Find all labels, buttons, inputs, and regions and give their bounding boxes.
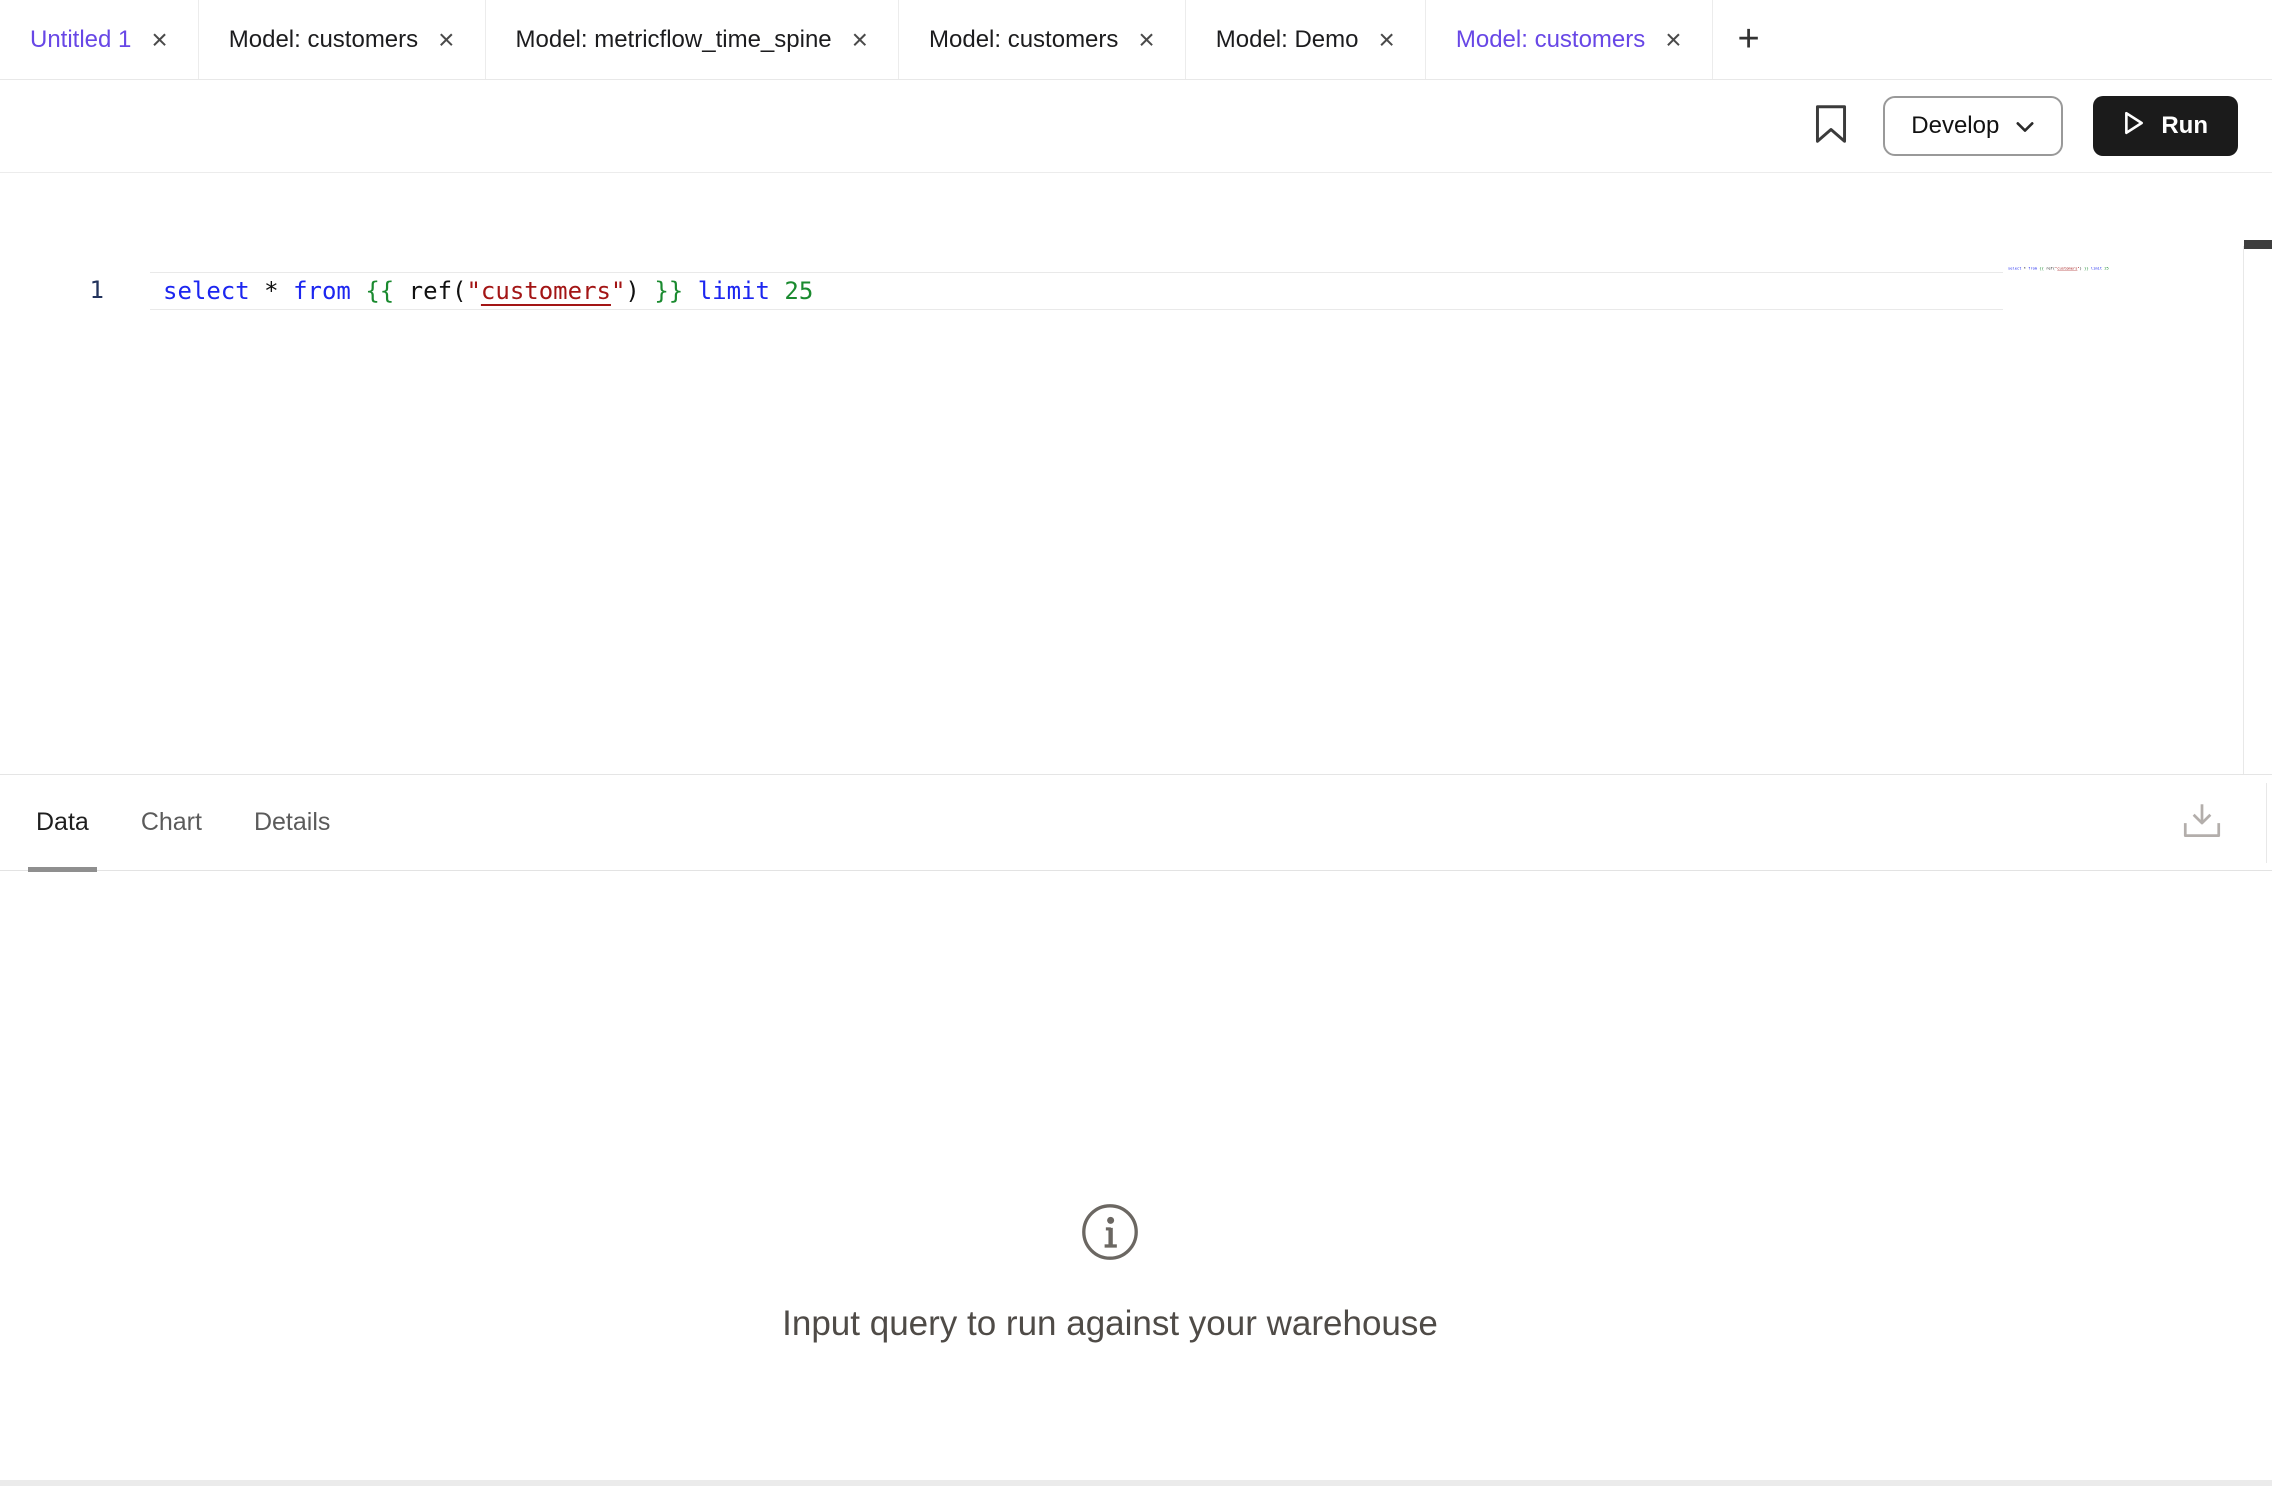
editor-tab-bar: Untitled 1 × Model: customers × Model: m…: [0, 0, 2272, 80]
minimap-code: select * from {{ ref("customers") }} lim…: [2008, 266, 2044, 270]
tab[interactable]: Model: metricflow_time_spine ×: [486, 0, 899, 79]
run-button-label: Run: [2161, 112, 2208, 140]
close-icon[interactable]: ×: [852, 26, 868, 54]
info-icon: [1081, 1203, 1139, 1266]
close-icon[interactable]: ×: [438, 26, 454, 54]
tab-label: Model: Demo: [1216, 26, 1359, 54]
empty-state-message: Input query to run against your warehous…: [782, 1304, 1438, 1344]
code-token: }}: [654, 277, 683, 305]
tab[interactable]: Untitled 1 ×: [0, 0, 199, 79]
code-token: [770, 277, 784, 305]
code-token: from: [293, 277, 351, 305]
new-tab-button[interactable]: +: [1713, 0, 1785, 79]
download-button[interactable]: [2178, 799, 2226, 847]
code-token: from: [2028, 266, 2037, 270]
code-token: 25: [2104, 266, 2108, 270]
code-token: ): [625, 277, 639, 305]
tab-label: Model: customers: [229, 26, 418, 54]
bookmark-button[interactable]: [1809, 101, 1853, 151]
chevron-down-icon: [2015, 112, 2035, 140]
code-token: limit: [2091, 266, 2102, 270]
panel-scrollbar-track: [2266, 783, 2267, 863]
code-token: [394, 277, 408, 305]
minimap[interactable]: select * from {{ ref("customers") }} lim…: [2008, 266, 2238, 326]
download-icon: [2179, 800, 2225, 847]
close-icon[interactable]: ×: [151, 26, 167, 54]
results-tab-bar: Data Chart Details: [0, 775, 2272, 871]
results-empty-state: Input query to run against your warehous…: [0, 871, 2272, 1344]
toolbar: Develop Run: [0, 80, 2272, 173]
bottom-edge-bar: [0, 1480, 2272, 1486]
tab-label: Untitled 1: [30, 26, 131, 54]
develop-button[interactable]: Develop: [1883, 96, 2063, 156]
play-icon: [2123, 111, 2145, 142]
code-token: {{: [365, 277, 394, 305]
close-icon[interactable]: ×: [1138, 26, 1154, 54]
code-token: customers: [2057, 266, 2077, 270]
results-panel: DataChartDetails Input query to run agai: [0, 774, 2272, 1486]
code-token: [250, 277, 264, 305]
code-token: [279, 277, 293, 305]
code-token: [683, 277, 697, 305]
code-tokens: select * from {{ ref("customers") }} lim…: [163, 273, 2003, 309]
tab-label: Model: metricflow_time_spine: [516, 26, 832, 54]
tab-label: Model: customers: [929, 26, 1118, 54]
close-icon[interactable]: ×: [1379, 26, 1395, 54]
code-token: 25: [784, 277, 813, 305]
code-token: [351, 277, 365, 305]
results-tab[interactable]: Chart: [141, 775, 202, 871]
code-token: ": [466, 277, 480, 305]
code-token: *: [264, 277, 278, 305]
run-button[interactable]: Run: [2093, 96, 2238, 156]
code-token: customers: [481, 277, 611, 305]
code-token: select: [2008, 266, 2021, 270]
tab[interactable]: Model: Demo ×: [1186, 0, 1426, 79]
tab[interactable]: Model: customers ×: [1426, 0, 1713, 79]
editor-scrollbar-thumb[interactable]: [2244, 240, 2272, 249]
code-token: ": [611, 277, 625, 305]
tab[interactable]: Model: customers ×: [199, 0, 486, 79]
code-token: ref(: [2046, 266, 2055, 270]
tab-label: Model: customers: [1456, 26, 1645, 54]
code-editor[interactable]: 1 select * from {{ ref("customers") }} l…: [0, 174, 2272, 774]
line-number: 1: [0, 272, 150, 310]
code-line-row: 1 select * from {{ ref("customers") }} l…: [0, 272, 2272, 310]
code-token: ref(: [409, 277, 467, 305]
develop-button-label: Develop: [1911, 112, 1999, 140]
tab[interactable]: Model: customers ×: [899, 0, 1186, 79]
close-icon[interactable]: ×: [1665, 26, 1681, 54]
code-token: limit: [698, 277, 770, 305]
code-token: [640, 277, 654, 305]
results-tab[interactable]: Details: [254, 775, 330, 871]
code-line[interactable]: select * from {{ ref("customers") }} lim…: [150, 272, 2003, 310]
results-tab[interactable]: Data: [36, 775, 89, 871]
bookmark-icon: [1815, 104, 1847, 149]
code-token: select: [163, 277, 250, 305]
editor-scrollbar-track: [2243, 246, 2244, 774]
